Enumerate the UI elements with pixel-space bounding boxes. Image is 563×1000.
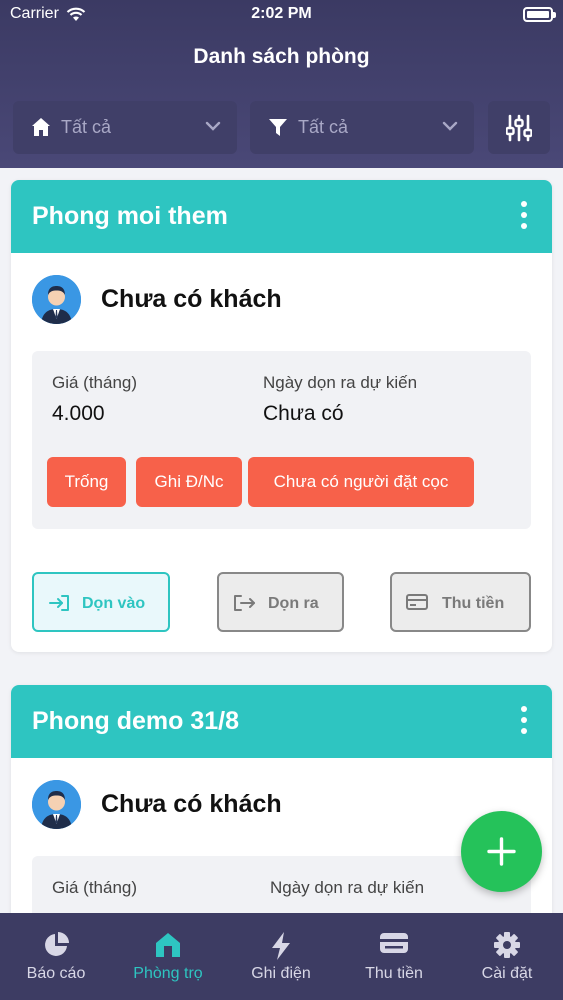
filter-icon <box>269 119 287 136</box>
avatar <box>32 275 81 324</box>
avatar <box>32 780 81 829</box>
more-options-icon[interactable] <box>520 201 528 233</box>
tab-payments-label: Thu tiền <box>365 965 423 982</box>
price-label: Giá (tháng) <box>52 373 138 392</box>
room-card-header: Phong moi them <box>11 180 552 253</box>
room-name: Phong demo 31/8 <box>32 707 239 735</box>
chevron-down-icon <box>205 121 221 131</box>
moveout-value: Chưa có <box>263 402 344 425</box>
card-icon <box>380 933 408 953</box>
meter-badge: Ghi Đ/Nc <box>136 457 242 507</box>
plus-icon <box>487 837 516 866</box>
move-out-label: Dọn ra <box>268 595 319 612</box>
status-badge: Trống <box>47 457 126 507</box>
more-options-icon[interactable] <box>520 706 528 738</box>
tab-electricity[interactable]: Ghi điện <box>225 913 337 1000</box>
moveout-label: Ngày dọn ra dự kiến <box>263 373 418 392</box>
building-filter-value: Tất cả <box>61 117 112 137</box>
user-avatar-icon <box>32 275 81 324</box>
house-icon <box>156 933 180 957</box>
price-label: Giá (tháng) <box>52 878 138 897</box>
bottom-tab-bar: Báo cáo Phòng trọ Ghi điện Thu tiền Cài … <box>0 913 563 1000</box>
guest-status: Chưa có khách <box>101 285 282 313</box>
tab-electricity-label: Ghi điện <box>251 965 311 982</box>
clock: 2:02 PM <box>251 5 312 22</box>
building-filter-dropdown[interactable]: Tất cả <box>13 101 237 154</box>
room-name: Phong moi them <box>32 202 228 230</box>
price-value: 4.000 <box>52 402 105 425</box>
credit-card-icon <box>406 594 428 610</box>
chevron-down-icon <box>442 121 458 131</box>
add-room-button[interactable] <box>461 811 542 892</box>
tab-reports[interactable]: Báo cáo <box>0 913 112 1000</box>
user-avatar-icon <box>32 780 81 829</box>
move-in-button[interactable]: Dọn vào <box>32 572 170 632</box>
collect-payment-button[interactable]: Thu tiền <box>390 572 531 632</box>
pie-chart-icon <box>45 932 69 956</box>
tab-rooms-label: Phòng trọ <box>133 965 203 982</box>
status-filter-value: Tất cả <box>298 117 349 137</box>
page-title: Danh sách phòng <box>193 45 370 68</box>
battery-icon <box>523 7 556 22</box>
tab-rooms[interactable]: Phòng trọ <box>112 913 224 1000</box>
collect-payment-label: Thu tiền <box>442 595 505 612</box>
filter-settings-button[interactable] <box>488 101 550 154</box>
sliders-icon <box>506 114 532 142</box>
move-out-button[interactable]: Dọn ra <box>217 572 344 632</box>
room-card[interactable]: Phong moi them Chưa có khách Giá (tháng)… <box>11 180 552 652</box>
move-out-icon <box>234 595 255 611</box>
status-bar: Carrier 2:02 PM <box>0 5 563 27</box>
guest-status: Chưa có khách <box>101 790 282 818</box>
room-card-header: Phong demo 31/8 <box>11 685 552 758</box>
tab-settings-label: Cài đặt <box>481 965 533 982</box>
tab-settings[interactable]: Cài đặt <box>451 913 563 1000</box>
room-info-panel: Giá (tháng) 4.000 Ngày dọn ra dự kiến Ch… <box>32 351 531 529</box>
status-filter-dropdown[interactable]: Tất cả <box>250 101 474 154</box>
lightning-icon <box>272 932 290 960</box>
gear-icon <box>494 932 520 958</box>
app-header: Carrier 2:02 PM Danh sách phòng Tất cả T… <box>0 0 563 168</box>
home-icon <box>32 118 50 136</box>
room-card[interactable]: Phong demo 31/8 Chưa có khách Giá (tháng… <box>11 685 552 925</box>
deposit-badge: Chưa có người đặt cọc <box>248 457 474 507</box>
move-in-label: Dọn vào <box>82 595 146 612</box>
move-in-icon <box>49 595 69 611</box>
tab-reports-label: Báo cáo <box>26 965 86 982</box>
tab-payments[interactable]: Thu tiền <box>338 913 450 1000</box>
moveout-label: Ngày dọn ra dự kiến <box>270 878 425 897</box>
